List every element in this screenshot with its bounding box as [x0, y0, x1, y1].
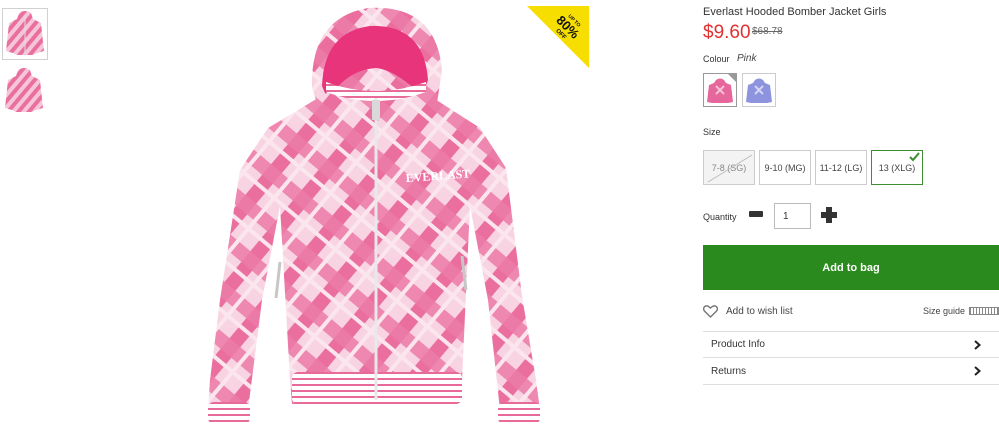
- checkmark-icon: [909, 152, 920, 162]
- size-guide-link[interactable]: Size guide: [923, 306, 999, 316]
- colour-swatch-pink[interactable]: [703, 73, 737, 107]
- size-option-label: 9-10 (MG): [764, 162, 806, 173]
- accordion-returns[interactable]: Returns: [703, 358, 999, 385]
- colour-label: Colour: [703, 54, 730, 64]
- thumbnail-list: [2, 8, 50, 124]
- size-option-label: 11-12 (LG): [819, 162, 863, 173]
- thumbnail-front[interactable]: [2, 8, 48, 60]
- size-option-label: 13 (XLG): [878, 162, 916, 173]
- chevron-right-icon: [974, 339, 981, 350]
- accordion-label: Returns: [711, 365, 747, 377]
- add-to-wishlist-link[interactable]: Add to wish list: [703, 305, 793, 318]
- size-option-11-12[interactable]: 11-12 (LG): [815, 150, 867, 185]
- quantity-input[interactable]: [774, 203, 811, 229]
- colour-value: Pink: [737, 53, 757, 64]
- was-price: $68.78: [752, 26, 783, 37]
- quantity-increase-button[interactable]: [821, 207, 837, 223]
- product-title: Everlast Hooded Bomber Jacket Girls: [703, 6, 887, 18]
- size-option-7-8[interactable]: 7-8 (SG): [703, 150, 755, 185]
- accordion-product-info[interactable]: Product Info: [703, 331, 999, 358]
- ruler-icon: [969, 307, 999, 315]
- add-to-bag-button[interactable]: Add to bag: [703, 245, 999, 290]
- colour-swatch-purple[interactable]: [742, 73, 776, 107]
- quantity-decrease-button[interactable]: [749, 211, 763, 217]
- size-guide-label: Size guide: [922, 306, 965, 316]
- wishlist-label: Add to wish list: [726, 306, 793, 317]
- thumbnail-back[interactable]: [2, 66, 48, 118]
- heart-icon: [703, 305, 718, 318]
- size-option-9-10[interactable]: 9-10 (MG): [759, 150, 811, 185]
- size-option-13[interactable]: 13 (XLG): [871, 150, 923, 185]
- quantity-label: Quantity: [703, 212, 737, 222]
- size-label: Size: [703, 127, 721, 137]
- current-price: $9.60: [703, 22, 751, 43]
- accordion-label: Product Info: [711, 339, 765, 350]
- chevron-right-icon: [974, 366, 981, 376]
- discount-badge: UP TO 80% OFF: [527, 6, 589, 68]
